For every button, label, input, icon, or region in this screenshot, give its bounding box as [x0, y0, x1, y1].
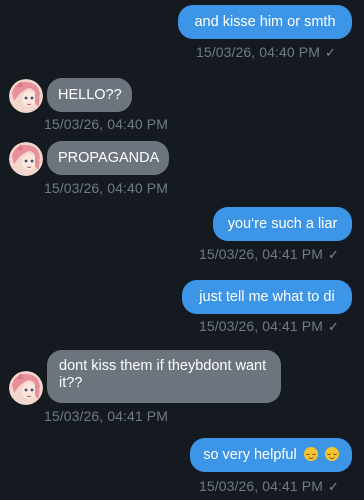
message-timestamp: 15/03/26, 04:41 PM — [44, 408, 168, 424]
relieved-face-icon — [303, 447, 318, 461]
message-timestamp: 15/03/26, 04:41 PM ✓ — [199, 478, 339, 494]
anime-avatar-icon[interactable] — [9, 79, 43, 113]
message-timestamp: 15/03/26, 04:40 PM — [44, 180, 168, 196]
message-bubble[interactable]: and kisse him or smth — [178, 5, 352, 39]
message-text: PROPAGANDA — [58, 150, 160, 166]
message-bubble[interactable]: just tell me what to di — [182, 280, 352, 314]
message-text: and kisse him or smth — [194, 14, 336, 30]
message-text: dont kiss them if theybdont want it?? — [59, 358, 267, 391]
anime-avatar-icon[interactable] — [9, 371, 43, 405]
message-text: HELLO?? — [58, 87, 122, 103]
message-text: you‘re such a liar — [227, 216, 338, 232]
message-text: so very helpful — [203, 447, 297, 463]
message-bubble[interactable]: HELLO?? — [47, 78, 132, 112]
message-timestamp: 15/03/26, 04:41 PM ✓ — [199, 246, 339, 262]
anime-avatar-icon[interactable] — [9, 142, 43, 176]
single-check-icon: ✓ — [325, 45, 336, 60]
message-bubble[interactable]: dont kiss them if theybdont want it?? — [47, 350, 281, 403]
message-timestamp: 15/03/26, 04:40 PM ✓ — [196, 44, 336, 60]
single-check-icon: ✓ — [328, 479, 339, 494]
message-timestamp: 15/03/26, 04:40 PM — [44, 116, 168, 132]
single-check-icon: ✓ — [328, 247, 339, 262]
message-text: just tell me what to di — [199, 289, 335, 305]
message-bubble[interactable]: so very helpful — [190, 438, 352, 472]
message-bubble[interactable]: you‘re such a liar — [213, 207, 352, 241]
relieved-face-icon — [324, 447, 339, 461]
single-check-icon: ✓ — [328, 319, 339, 334]
message-timestamp: 15/03/26, 04:41 PM ✓ — [199, 318, 339, 334]
message-bubble[interactable]: PROPAGANDA — [47, 141, 169, 175]
